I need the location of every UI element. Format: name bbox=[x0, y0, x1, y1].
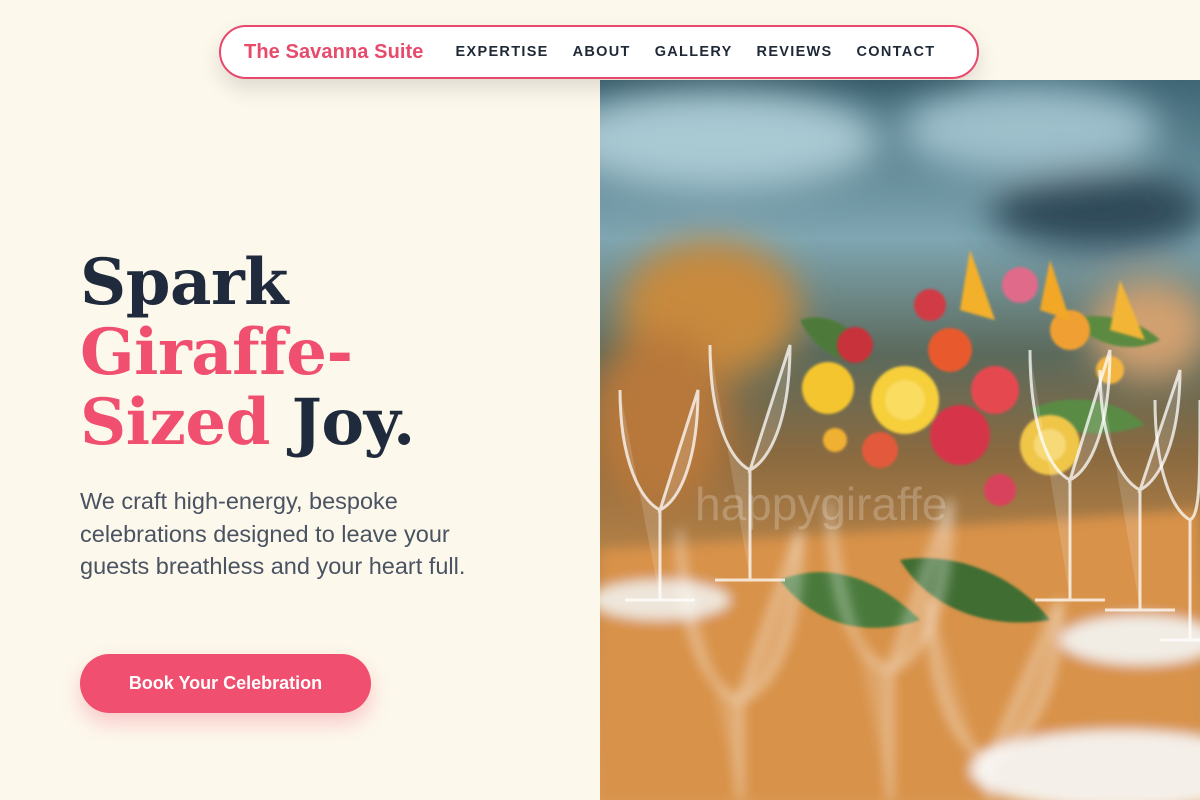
hero-image-table-setting: happygiraffe bbox=[600, 80, 1200, 800]
brand-logo[interactable]: The Savanna Suite bbox=[244, 41, 424, 64]
nav-link-reviews[interactable]: REVIEWS bbox=[757, 44, 833, 60]
headline-accent-line-3: Sized bbox=[80, 385, 270, 460]
headline-accent-line-2: Giraffe- bbox=[80, 315, 353, 390]
nav-link-contact[interactable]: CONTACT bbox=[857, 44, 936, 60]
nav-link-about[interactable]: ABOUT bbox=[573, 44, 631, 60]
nav-link-expertise[interactable]: EXPERTISE bbox=[456, 44, 549, 60]
book-celebration-button[interactable]: Book Your Celebration bbox=[80, 654, 371, 713]
image-watermark-text: happygiraffe bbox=[695, 478, 947, 530]
nav-link-gallery[interactable]: GALLERY bbox=[655, 44, 733, 60]
hero-description: We craft high-energy, bespoke celebratio… bbox=[80, 488, 466, 579]
headline-end: Joy. bbox=[291, 385, 416, 460]
hero-headline: Spark Giraffe- Sized Joy. bbox=[80, 248, 415, 458]
headline-line-1: Spark bbox=[80, 245, 289, 320]
navbar: The Savanna Suite EXPERTISE ABOUT GALLER… bbox=[219, 25, 979, 79]
